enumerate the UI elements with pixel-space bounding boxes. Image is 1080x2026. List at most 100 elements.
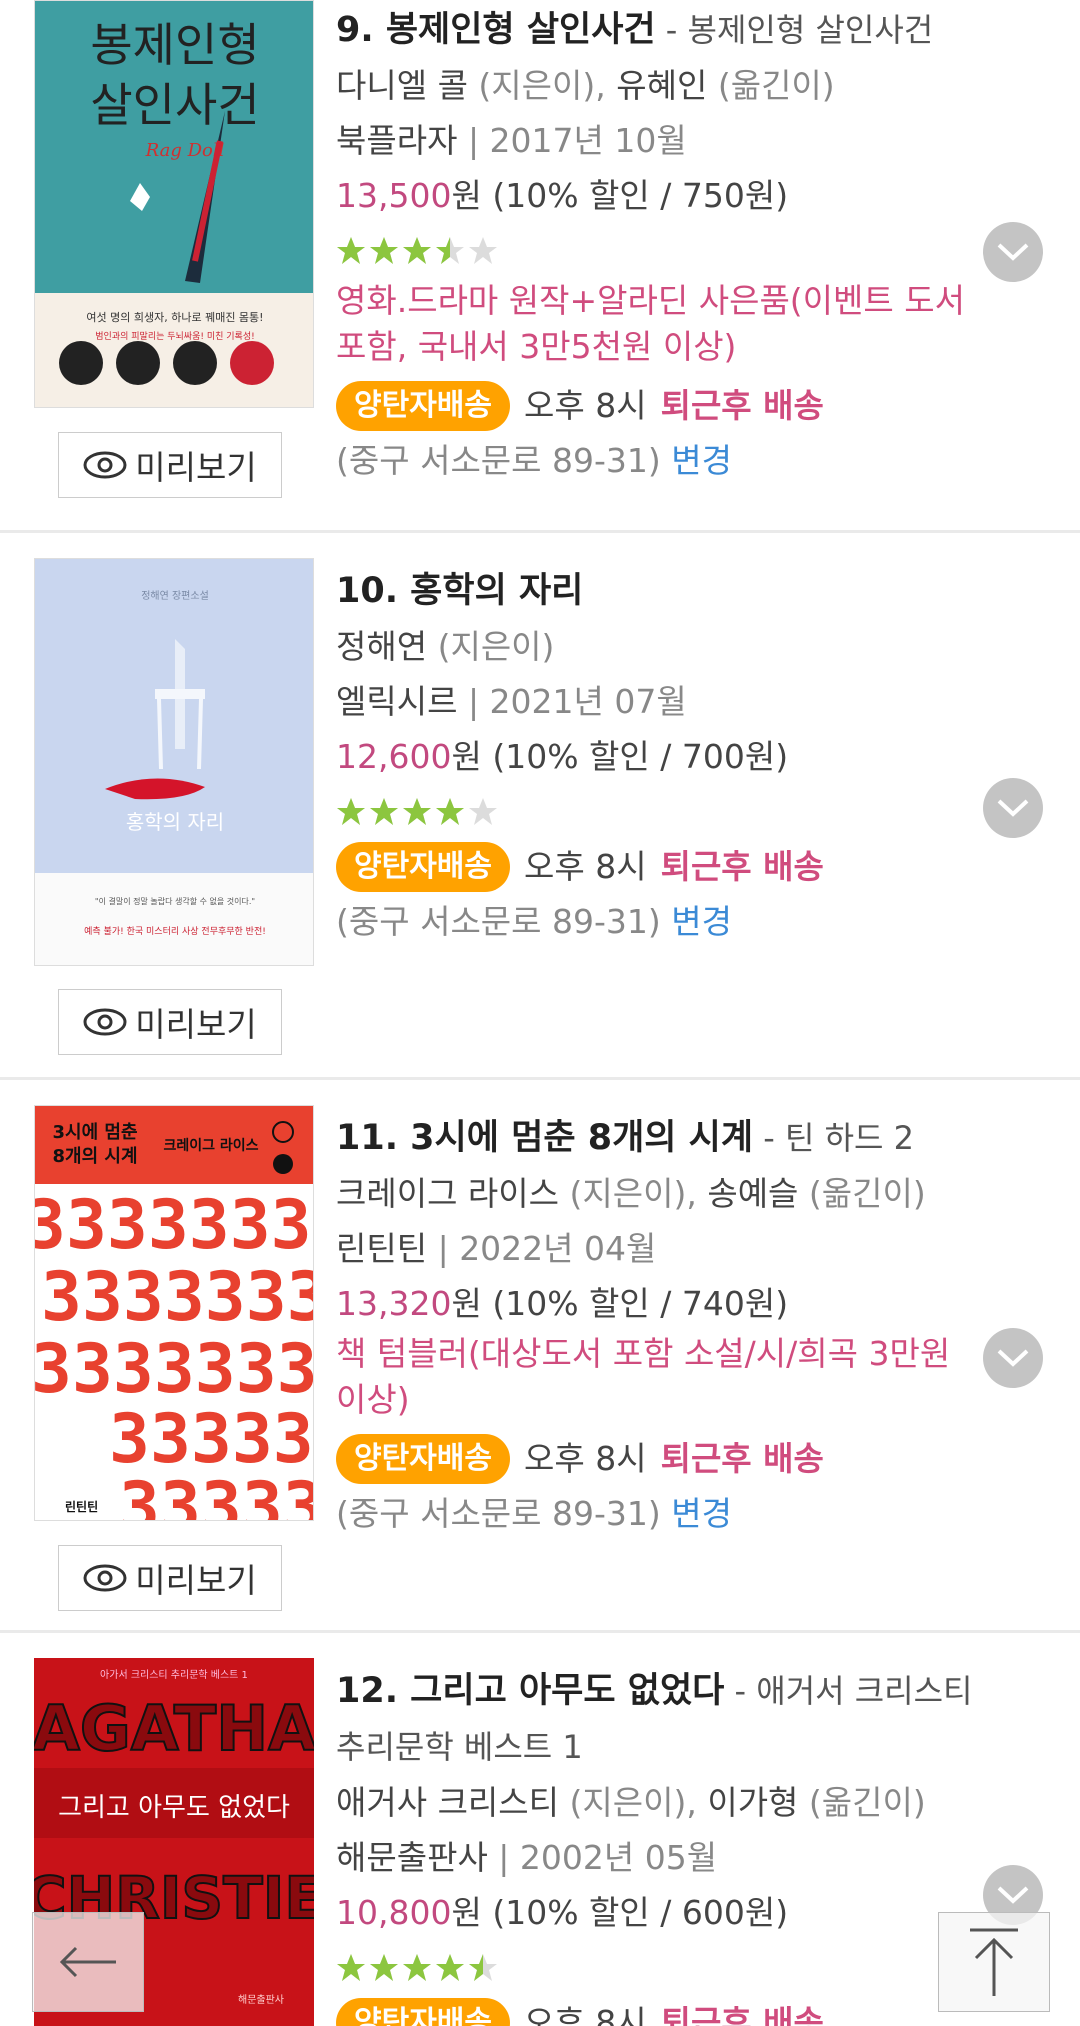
expand-button-11[interactable] [983,1328,1043,1388]
change-address-link[interactable]: 변경 [671,902,732,941]
book-title-12[interactable]: 12. 그리고 아무도 없었다 [336,1671,724,1711]
rating-stars [336,223,986,278]
cover-11-digits: 3333333333 [41,1258,314,1337]
price: 10,800 [336,1893,452,1932]
delivery-badge: 양탄자배송 [336,1433,510,1484]
book-cover-10[interactable]: 정해연 장편소설 홍학의 자리 "이 결말이 정말 놀랍다 생각할 수 없을 것… [34,558,314,966]
cover-12-agatha: AGATHA [34,1692,314,1765]
scroll-top-button[interactable] [938,1912,1050,2012]
star-icon [436,1953,464,1981]
star-icon [436,797,464,825]
cover-11-digits: 3333333333 [35,1186,314,1265]
eye-icon [83,1008,127,1036]
preview-label: 미리보기 [135,448,257,487]
star-icon [469,1953,497,1981]
rating-stars [336,784,986,839]
star-icon [337,1953,365,1981]
delivery-type: 퇴근후 배송 [660,1439,824,1478]
preview-button-11[interactable]: 미리보기 [58,1545,282,1611]
back-button[interactable] [32,1912,144,2012]
star-icon [403,236,431,264]
author-name[interactable]: 애거사 크리스티 [336,1783,559,1822]
author-line-10: 정해연 (지은이) [336,627,555,666]
star-icon [370,1953,398,1981]
rating-stars [336,1940,986,1995]
chevron-down-icon [997,1886,1029,1904]
book-subtitle-11: - 틴 하드 2 [753,1119,914,1157]
book-item-10: 정해연 장편소설 홍학의 자리 "이 결말이 정말 놀랍다 생각할 수 없을 것… [0,533,1080,1079]
author-line-9: 다니엘 콜 (지은이), 유혜인 (옮긴이) [336,66,835,105]
cover-11-title1: 3시에 멈춘 [52,1122,137,1143]
translator-name[interactable]: 유혜인 [616,66,707,105]
address: (중구 서소문로 89-31) [336,1494,661,1533]
preview-button-10[interactable]: 미리보기 [58,989,282,1055]
cover-10-blurb2: 예측 불가! 한국 미스터리 사상 전무후무한 반전! [84,926,266,937]
star-icon [337,797,365,825]
translator-name[interactable]: 이가형 [707,1783,798,1822]
preview-button-9[interactable]: 미리보기 [58,432,282,498]
book-info-10: 10. 홍학의 자리 정해연 (지은이) 엘릭시르 | 2021년 07월 12… [336,563,986,949]
author-line-12: 애거사 크리스티 (지은이), 이가형 (옮긴이) [336,1783,926,1822]
publisher-name[interactable]: 해문출판사 [336,1838,488,1877]
star-icon [370,797,398,825]
price: 13,320 [336,1284,452,1323]
delivery-time: 오후 8시 [524,847,647,886]
book-item-11: 3시에 멈춘 8개의 시계 크레이그 라이스 3333333 333 333 333… [0,1080,1080,1633]
cover-10-blurb1: "이 결말이 정말 놀랍다 생각할 수 없을 것이다." [95,896,255,906]
expand-button-10[interactable] [983,778,1043,838]
change-address-link[interactable]: 변경 [671,441,732,480]
publisher-name[interactable]: 엘릭시르 [336,682,457,721]
pub-date: | 2021년 07월 [457,682,687,721]
author-name[interactable]: 다니엘 콜 [336,66,468,105]
pub-date: | 2002년 05월 [487,1838,718,1877]
change-address-link[interactable]: 변경 [671,1494,732,1533]
star-icon [370,236,398,264]
chevron-down-icon [997,243,1029,261]
cover-11-title2: 8개의 시계 [52,1146,137,1167]
author-name[interactable]: 정해연 [336,627,427,666]
chevron-down-icon [997,1349,1029,1367]
cover-9-script: Rag Doll [145,140,225,161]
book-item-12: 아가서 크리스티 추리문학 베스트 1 AGATHA 그리고 아무도 없었다 C… [0,1633,1080,2026]
pub-date: | 2017년 10월 [457,121,687,160]
delivery-badge: 양탄자배송 [336,380,510,431]
event-text-9[interactable]: 영화.드라마 원작+알라딘 사은품(이벤트 도서 포함, 국내서 3만5천원 이… [336,278,986,370]
event-text-11[interactable]: 책 텀블러(대상도서 포함 소설/시/희곡 3만원 이상) [336,1331,986,1423]
cover-11-author: 크레이그 라이스 [163,1137,258,1154]
publisher-name[interactable]: 린틴틴 [336,1229,427,1268]
star-icon [403,797,431,825]
book-title-11[interactable]: 11. 3시에 멈춘 8개의 시계 [336,1118,753,1158]
book-cover-11[interactable]: 3시에 멈춘 8개의 시계 크레이그 라이스 3333333 333 333 333… [34,1105,314,1521]
price: 12,600 [336,737,452,776]
cover-12-title: 그리고 아무도 없었다 [58,1793,290,1823]
delivery-type: 퇴근후 배송 [660,2003,824,2026]
book-cover-9[interactable]: 봉제인형 살인사건 Rag Doll 여섯 명의 희생자, 하나로 꿰매진 몸통… [34,0,314,408]
chevron-down-icon [997,799,1029,817]
eye-icon [83,451,127,479]
expand-button-9[interactable] [983,222,1043,282]
book-title-10[interactable]: 10. 홍학의 자리 [336,571,583,611]
delivery-time: 오후 8시 [524,1439,647,1478]
cover-12-series: 아가서 크리스티 추리문학 베스트 1 [100,1669,248,1681]
delivery-type: 퇴근후 배송 [660,847,824,886]
star-icon [469,797,497,825]
delivery-badge: 양탄자배송 [336,841,510,892]
address: (중구 서소문로 89-31) [336,902,661,941]
book-info-11: 11. 3시에 멈춘 8개의 시계 - 틴 하드 2 크레이그 라이스 (지은이… [336,1110,986,1541]
book-info-9: 9. 봉제인형 살인사건 - 봉제인형 살인사건 다니엘 콜 (지은이), 유혜… [336,2,986,488]
book-title-9[interactable]: 9. 봉제인형 살인사건 [336,10,656,50]
translator-name[interactable]: 송예슬 [707,1174,798,1213]
arrow-up-to-top-icon [970,1928,1018,1996]
cover-11-digits: 3333333333 [119,1468,314,1521]
cover-11-digits: 3333333333 [35,1330,314,1409]
publisher-name[interactable]: 북플라자 [336,121,457,160]
discount: (10% 할인 / 750원) [481,176,789,215]
pub-date: | 2022년 04월 [427,1229,657,1268]
star-icon [436,236,464,264]
author-name[interactable]: 크레이그 라이스 [336,1174,559,1213]
book-info-12: 12. 그리고 아무도 없었다 - 애거서 크리스티 추리문학 베스트 1 애거… [336,1663,986,2026]
discount: (10% 할인 / 740원) [481,1284,789,1323]
star-icon [469,236,497,264]
book-item-9: 봉제인형 살인사건 Rag Doll 여섯 명의 희생자, 하나로 꿰매진 몸통… [0,0,1080,532]
cover-10-title: 홍학의 자리 [126,810,224,834]
